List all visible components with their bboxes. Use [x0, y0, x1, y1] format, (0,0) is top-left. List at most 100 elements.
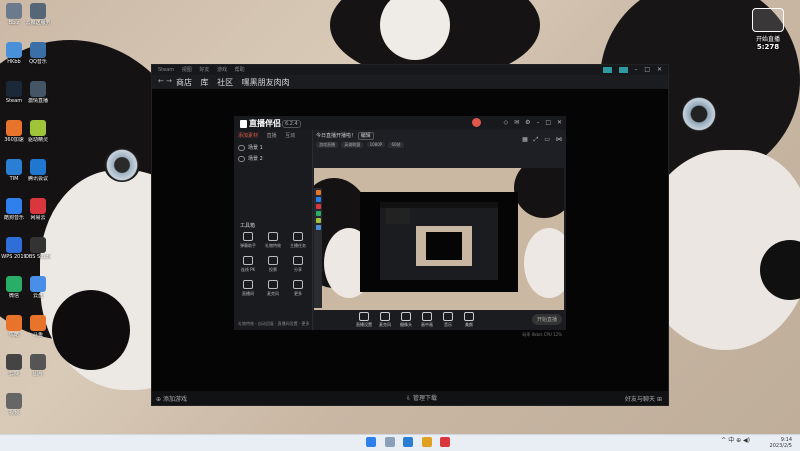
forward-icon[interactable]: → — [166, 77, 172, 85]
fullscreen-icon[interactable]: ⤢ — [534, 136, 539, 143]
left-footer-links[interactable]: 礼物特效 · 自动回复 · 直播间设置 · 更多 — [238, 321, 309, 327]
system-tray[interactable]: ^ 中 ⊕ ◀) 9:14 2023/2/5 — [721, 437, 792, 449]
scene-item[interactable]: 场景 1 — [234, 142, 312, 153]
steam-taskbar-icon[interactable] — [403, 437, 414, 447]
nav-link-profile[interactable]: 嘿黑朋友肉肉 — [242, 78, 290, 87]
tag[interactable]: 1080P — [366, 142, 386, 147]
folder-icon[interactable] — [421, 437, 432, 447]
share-icon[interactable]: ⋈ — [556, 136, 562, 143]
minimize-icon[interactable]: – — [536, 119, 539, 126]
friends-chat-button[interactable]: 好友与聊天 ⊞ — [625, 394, 662, 403]
menu-item[interactable]: Steam — [158, 67, 174, 73]
live-preview[interactable] — [314, 168, 564, 310]
desktop-icon[interactable]: Steam — [1, 81, 27, 104]
desktop-icon[interactable]: 斗鱼 — [25, 315, 51, 338]
desktop-icon[interactable]: 剪映 — [1, 354, 27, 377]
close-icon[interactable]: ✕ — [657, 66, 662, 73]
minimize-icon[interactable]: – — [634, 66, 637, 73]
camera-icon — [752, 8, 784, 32]
desktop-icon[interactable]: 微信 — [1, 276, 27, 299]
desktop-icon[interactable]: WPS 2019 — [1, 237, 27, 260]
downloads-button[interactable]: ⇩ 管理下载 — [406, 393, 437, 402]
toolbox-item[interactable]: 主播任务 — [286, 232, 310, 249]
nested-panel — [386, 208, 410, 224]
desktop-icon[interactable]: 网易云 — [25, 198, 51, 221]
toolbar-button[interactable]: 画中画 — [417, 312, 437, 328]
tab-add-source[interactable]: 添加素材 — [238, 133, 258, 139]
streaming-taskbar-icon[interactable] — [440, 437, 451, 447]
desktop-icon[interactable]: 驱动精灵 — [25, 120, 51, 143]
scene-item[interactable]: 场景 2 — [234, 153, 312, 164]
avatar[interactable] — [472, 118, 481, 127]
toolbar-button[interactable]: 音乐 — [438, 312, 458, 328]
broadcast-icon[interactable] — [602, 66, 612, 73]
nav-link-library[interactable]: 库 — [201, 78, 209, 87]
status-text: 码率 0kb/s CPU 12% — [522, 332, 562, 337]
clock-date: 2023/2/5 — [769, 443, 792, 449]
streaming-titlebar: 直播伴侣 6.2.4 ◇ ✉ ⚙ – □ ✕ — [234, 116, 566, 130]
toolbar-button[interactable]: 直播设置 — [354, 312, 374, 328]
toolbar-button[interactable]: 美颜 — [459, 312, 479, 328]
menu-item[interactable]: 好友 — [199, 67, 209, 73]
start-icon[interactable] — [366, 437, 376, 447]
menu-item[interactable]: 视图 — [182, 67, 192, 73]
desktop-icon[interactable]: HKbb — [1, 42, 27, 65]
menu-item[interactable]: 帮助 — [235, 67, 245, 73]
tab-live[interactable]: 直播 — [267, 133, 277, 139]
mail-icon[interactable]: ✉ — [514, 119, 519, 126]
chat-icon[interactable]: ▭ — [544, 136, 550, 143]
app-icon — [6, 354, 22, 370]
toolbox-item[interactable]: 弹幕助手 — [236, 232, 260, 249]
nav-link-community[interactable]: 社区 — [217, 78, 233, 87]
desktop-icon[interactable]: 腾讯会议 — [25, 159, 51, 182]
toolbox-item[interactable]: 分享 — [286, 256, 310, 273]
desktop-icon[interactable]: 激情直播 — [25, 81, 51, 104]
toolbox-item[interactable]: 连线 PK — [236, 256, 260, 273]
desktop-icon[interactable]: 云盘 — [25, 276, 51, 299]
app-icon — [30, 120, 46, 136]
menu-item[interactable]: 游戏 — [217, 67, 227, 73]
desktop-icon[interactable]: TIM — [1, 159, 27, 182]
tag[interactable]: 游戏直播 — [316, 142, 338, 148]
toolbar-button[interactable]: 摄像头 — [396, 312, 416, 328]
tab-interact[interactable]: 互动 — [285, 133, 295, 139]
tag[interactable]: 英雄联盟 — [341, 142, 364, 148]
search-icon[interactable] — [384, 437, 395, 447]
desktop-icon[interactable]: 酷狗音乐 — [1, 198, 27, 221]
toolbox-title: 工具箱 — [240, 223, 256, 229]
edit-button[interactable]: 编辑 — [357, 132, 374, 140]
toolbox-item[interactable]: 投票 — [261, 256, 285, 273]
toolbox-item[interactable]: 礼物特效 — [261, 232, 285, 249]
desktop-icon[interactable]: 360加速 — [1, 120, 27, 143]
toolbox-item[interactable]: 直播间 — [236, 280, 260, 297]
layout-icon[interactable]: ▦ — [522, 136, 528, 143]
add-game-button[interactable]: ⊕ 添加游戏 — [156, 394, 187, 403]
maximize-icon[interactable]: □ — [545, 119, 551, 126]
desktop-icon[interactable]: 云推送服务 — [25, 3, 51, 26]
maximize-icon[interactable]: □ — [644, 66, 650, 73]
desktop-icon[interactable]: 图片 — [25, 354, 51, 377]
toolbar-button[interactable]: 麦克风 — [375, 312, 395, 328]
desktop-icon[interactable]: 视频 — [1, 393, 27, 416]
desktop-icon[interactable]: 优酷 — [1, 315, 27, 338]
tag[interactable]: 60帧 — [388, 142, 404, 148]
desktop-icon[interactable]: OBS Studio — [25, 237, 51, 260]
tray-icons[interactable]: ^ 中 ⊕ ◀) — [721, 438, 750, 444]
close-icon[interactable]: ✕ — [557, 119, 562, 126]
back-icon[interactable]: ← — [158, 77, 164, 85]
nav-link-store[interactable]: 商店 — [176, 78, 192, 87]
desktop-widget[interactable]: 开始直播 5:278 — [742, 8, 794, 56]
desktop-icon[interactable]: QQ音乐 — [25, 42, 51, 65]
desktop-icon[interactable]: Bbiz — [1, 3, 27, 26]
preview-dog-fur — [514, 168, 564, 218]
eye-icon[interactable] — [238, 144, 245, 151]
notification-icon[interactable] — [618, 66, 628, 73]
settings-icon[interactable]: ⚙ — [525, 119, 530, 126]
gift-icon[interactable]: ◇ — [504, 119, 509, 126]
tool-label: 更多 — [294, 291, 302, 296]
eye-icon[interactable] — [238, 155, 245, 162]
toolbox-item[interactable]: 更多 — [286, 280, 310, 297]
toolbox-item[interactable]: 麦克风 — [261, 280, 285, 297]
start-live-button[interactable]: 开始直播 — [531, 314, 562, 325]
app-icon — [6, 159, 22, 175]
